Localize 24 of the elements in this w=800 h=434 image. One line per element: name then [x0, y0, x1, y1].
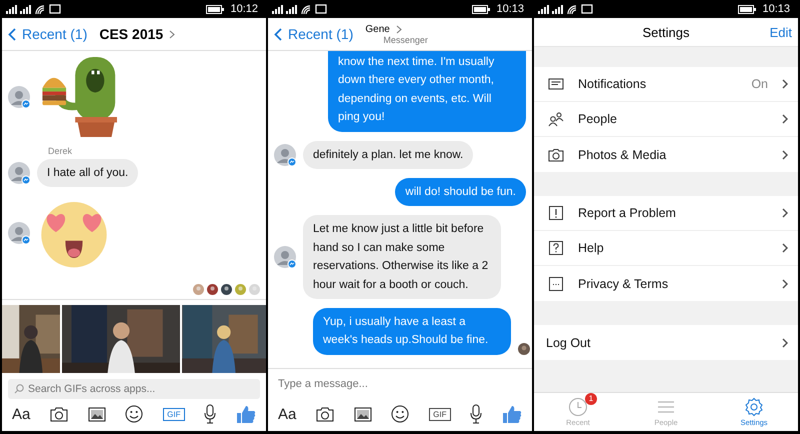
edit-button[interactable]: Edit [770, 24, 792, 40]
notification-badge: 1 [585, 393, 597, 405]
gif-button[interactable]: GIF [163, 408, 185, 420]
conversation-subtitle: Messenger [383, 34, 428, 44]
gif-button[interactable]: GIF [429, 408, 451, 420]
text-format-button[interactable]: Aa [278, 406, 296, 422]
clock-time: 10:12 [230, 3, 258, 15]
back-button[interactable]: Recent (1) [274, 26, 354, 42]
gif-search-field[interactable]: Search GIFs across apps... [8, 379, 260, 399]
message-input[interactable]: Type a message... [278, 373, 522, 395]
conversation-title: CES 2015 [99, 26, 164, 42]
sender-name: Derek [48, 146, 74, 156]
message-bubble: will do! should be fun. [395, 178, 526, 206]
message-bubble: Yup, i usually have a least a week's heads up.Should be fine. [313, 308, 511, 355]
back-button[interactable]: Recent (1) [8, 26, 88, 42]
message-bubble: know the next time. I'm usually down there every other month, depending on events, etc. Will ping you! [328, 51, 526, 132]
message-bubble: definitely a plan. let me know. [303, 140, 474, 169]
clock-time: 10:13 [496, 3, 524, 15]
screen-title: Settings [642, 24, 690, 40]
message-bubble: I hate all of you. [37, 159, 138, 188]
message-bubble: Let me know just a little bit before hand so I can make some reservations. Otherwise its like a 2 hour wait for a booth or couch. [303, 215, 501, 299]
text-format-button[interactable]: Aa [12, 406, 30, 422]
conversation-title: Gene [365, 24, 390, 34]
clock-time: 10:13 [762, 3, 790, 15]
